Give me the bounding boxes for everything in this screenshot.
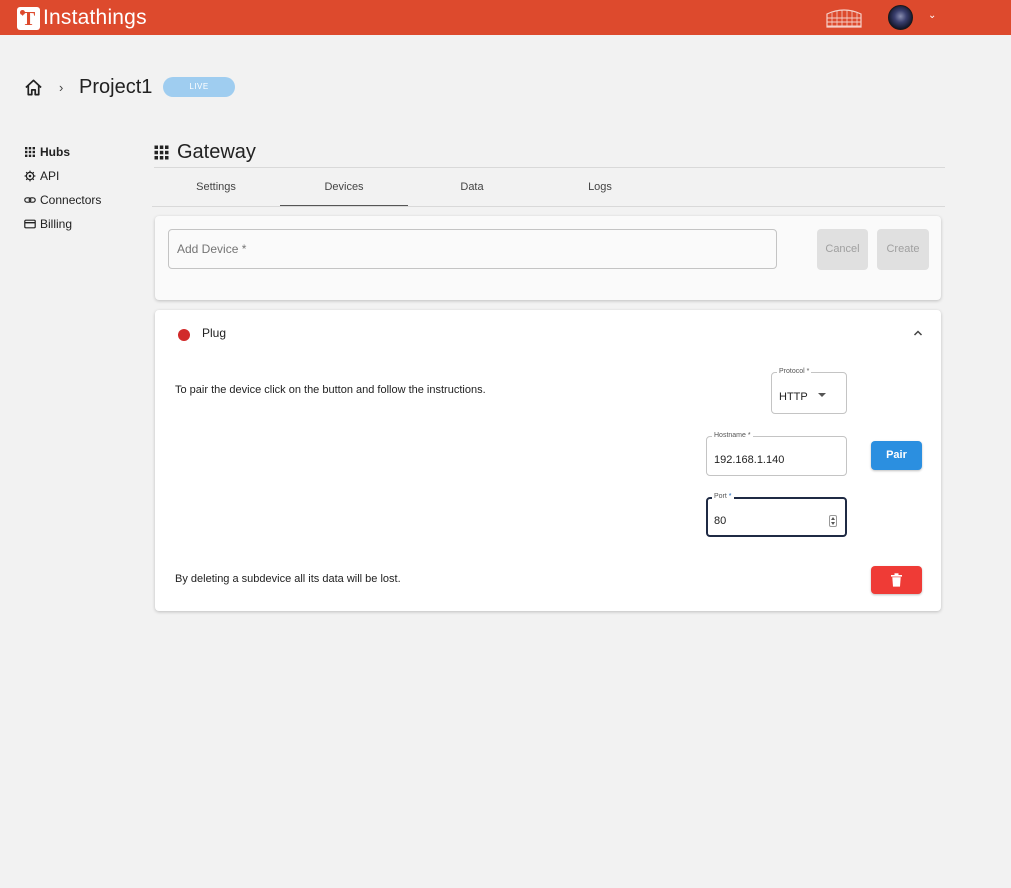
gear-icon (24, 170, 36, 182)
sidebar: Hubs API Connectors Billing (24, 140, 134, 236)
caret-down-icon (818, 393, 826, 397)
grid-icon (25, 147, 35, 157)
sidebar-item-label: API (40, 169, 60, 183)
grid-icon (154, 145, 169, 159)
hostname-value: 192.168.1.140 (714, 454, 785, 466)
device-panel: Plug To pair the device click on the but… (155, 310, 941, 611)
add-device-card: Cancel Create (155, 216, 941, 300)
delete-warning: By deleting a subdevice all its data wil… (175, 573, 401, 585)
hostname-label: Hostname * (712, 431, 753, 441)
port-value: 80 (714, 515, 727, 527)
sidebar-item-connectors[interactable]: Connectors (24, 188, 134, 212)
breadcrumb-separator: › (59, 79, 64, 95)
link-icon (24, 197, 36, 203)
protocol-select[interactable]: Protocol * HTTP (771, 367, 847, 414)
tab-bar: Settings Devices Data Logs (152, 168, 945, 206)
status-badge: LIVE (163, 77, 235, 97)
colosseum-icon (826, 9, 862, 28)
app-name: Instathings (43, 6, 147, 29)
tab-settings[interactable]: Settings (152, 168, 280, 206)
card-icon (24, 219, 36, 229)
cancel-button[interactable]: Cancel (817, 229, 868, 270)
project-title[interactable]: Project1 (79, 76, 152, 99)
sidebar-item-hubs[interactable]: Hubs (24, 140, 134, 164)
sidebar-item-label: Connectors (40, 193, 102, 207)
sidebar-item-billing[interactable]: Billing (24, 212, 134, 236)
breadcrumb: › Project1 (24, 74, 152, 100)
tab-data[interactable]: Data (408, 168, 536, 206)
trash-icon (891, 573, 902, 587)
sidebar-item-label: Hubs (40, 145, 70, 159)
chevron-up-icon[interactable] (912, 327, 924, 339)
section-title: Gateway (177, 140, 256, 163)
top-bar: T Instathings ⌄ (0, 0, 1011, 35)
hostname-field[interactable]: Hostname * 192.168.1.140 (706, 431, 847, 476)
divider (152, 206, 945, 207)
protocol-value: HTTP (779, 391, 808, 403)
port-label: Port * (712, 492, 734, 502)
device-name: Plug (202, 326, 227, 340)
tab-devices[interactable]: Devices (280, 168, 408, 206)
user-avatar[interactable] (888, 5, 913, 30)
pair-button[interactable]: Pair (871, 441, 922, 470)
sidebar-item-label: Billing (40, 217, 73, 231)
add-device-input[interactable] (168, 229, 777, 269)
app-logo[interactable]: T Instathings (17, 6, 147, 30)
pair-instructions: To pair the device click on the button a… (175, 384, 486, 396)
sidebar-item-api[interactable]: API (24, 164, 134, 188)
port-field[interactable]: Port * 80 (706, 492, 847, 537)
tab-logs[interactable]: Logs (536, 168, 664, 206)
status-indicator (178, 329, 190, 341)
number-spinner[interactable] (829, 515, 837, 527)
protocol-label: Protocol * (777, 367, 812, 377)
create-button[interactable]: Create (877, 229, 929, 270)
section-header: Gateway (154, 140, 256, 164)
home-icon[interactable] (24, 78, 43, 97)
instathings-logo-icon: T (17, 6, 40, 30)
delete-button[interactable] (871, 566, 922, 594)
chevron-down-icon[interactable]: ⌄ (928, 10, 936, 21)
